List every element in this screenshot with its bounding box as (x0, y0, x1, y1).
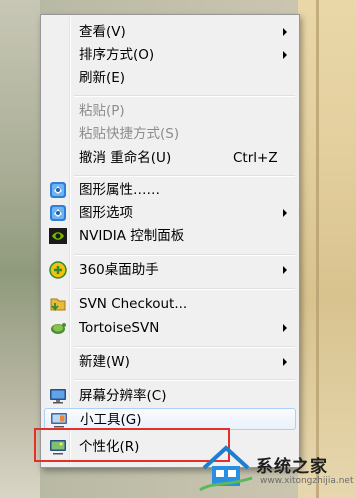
watermark-logo: 系统之家 www.xitongzhijia.net (198, 438, 354, 494)
menu-separator (74, 346, 295, 348)
menu-item-paste[interactable]: 粘贴(P) (44, 100, 296, 122)
menu-item-view[interactable]: 查看(V) (44, 21, 296, 43)
monitor-icon (49, 387, 67, 405)
menu-separator (74, 95, 295, 97)
menu-item-graphics-options[interactable]: 图形选项 (44, 202, 296, 224)
menu-item-label: 粘贴(P) (79, 103, 125, 119)
menu-item-tortoisesvn[interactable]: TortoiseSVN (44, 317, 296, 339)
menu-item-nvidia-control-panel[interactable]: NVIDIA 控制面板 (44, 225, 296, 247)
gadgets-icon (50, 411, 68, 429)
watermark-url: www.xitongzhijia.net (260, 476, 354, 486)
svn-checkout-icon (49, 295, 67, 313)
menu-item-label: 查看(V) (79, 24, 126, 40)
menu-item-label: 撤消 重命名(U) (79, 150, 172, 166)
menu-item-undo-rename[interactable]: 撤消 重命名(U) Ctrl+Z (44, 147, 296, 169)
menu-item-label: 排序方式(O) (79, 47, 155, 63)
menu-item-shortcut: Ctrl+Z (233, 150, 278, 166)
nvidia-icon (49, 227, 67, 245)
menu-item-label: TortoiseSVN (79, 320, 160, 336)
menu-item-label: 刷新(E) (79, 70, 126, 86)
menu-separator (74, 379, 295, 381)
menu-item-label: 360桌面助手 (79, 262, 159, 278)
menu-item-sort-by[interactable]: 排序方式(O) (44, 44, 296, 66)
intel-graphics-icon (49, 204, 67, 222)
submenu-arrow-icon (283, 324, 287, 332)
submenu-arrow-icon (283, 358, 287, 366)
desktop-background-right (298, 0, 356, 498)
intel-graphics-icon (49, 181, 67, 199)
menu-separator (74, 175, 295, 177)
watermark-house-icon (199, 445, 253, 492)
menu-item-svn-checkout[interactable]: SVN Checkout... (44, 293, 296, 315)
watermark-text: 系统之家 (256, 457, 328, 477)
menu-item-label: 图形属性…… (79, 182, 160, 198)
menu-item-new[interactable]: 新建(W) (44, 351, 296, 373)
tortoisesvn-icon (49, 319, 67, 337)
menu-separator (74, 254, 295, 256)
menu-item-label: 屏幕分辨率(C) (79, 388, 167, 404)
360-icon (49, 261, 67, 279)
menu-item-label: NVIDIA 控制面板 (79, 228, 185, 244)
menu-item-graphics-properties[interactable]: 图形属性…… (44, 179, 296, 201)
menu-item-paste-shortcut[interactable]: 粘贴快捷方式(S) (44, 123, 296, 145)
menu-separator (74, 288, 295, 290)
menu-item-label: SVN Checkout... (79, 296, 188, 312)
desktop-background-left (0, 0, 40, 498)
submenu-arrow-icon (283, 266, 287, 274)
submenu-arrow-icon (283, 28, 287, 36)
desktop-context-menu: 查看(V) 排序方式(O) 刷新(E) 粘贴(P) 粘贴快捷方式(S) 撤消 重… (40, 14, 300, 468)
menu-item-screen-resolution[interactable]: 屏幕分辨率(C) (44, 385, 296, 407)
menu-item-gadgets[interactable]: 小工具(G) (44, 408, 296, 430)
submenu-arrow-icon (283, 209, 287, 217)
menu-item-label: 新建(W) (79, 354, 130, 370)
menu-item-label: 粘贴快捷方式(S) (79, 126, 180, 142)
submenu-arrow-icon (283, 51, 287, 59)
menu-item-label: 图形选项 (79, 205, 133, 221)
menu-item-360-desktop-assistant[interactable]: 360桌面助手 (44, 259, 296, 281)
menu-item-refresh[interactable]: 刷新(E) (44, 67, 296, 89)
